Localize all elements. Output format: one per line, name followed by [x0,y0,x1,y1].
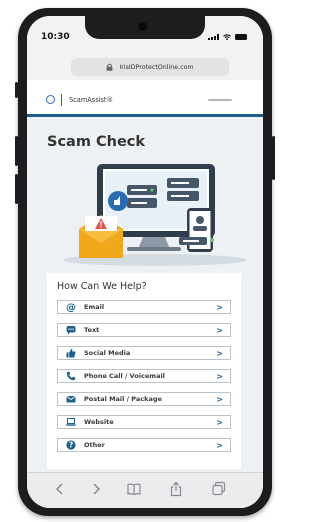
browser-url-area: IrisIDProtectOnline.com [27,52,263,80]
option-label: Email [84,303,105,311]
forward-icon[interactable] [88,481,104,497]
option-email[interactable]: @ Email > [57,300,231,314]
chevron-right-icon: > [216,394,223,404]
tabs-icon[interactable] [211,481,227,497]
chevron-right-icon: > [216,440,223,450]
at-icon: @ [65,301,77,313]
option-label: Phone Call / Voicemail [84,372,165,380]
main-content: Scam Check How Can We Help? @ Email > Te… [27,117,263,472]
url-text: IrisIDProtectOnline.com [119,63,194,71]
svg-text:?: ? [69,441,73,450]
back-icon[interactable] [52,481,68,497]
camera-icon [138,22,147,31]
lock-icon [106,63,113,71]
option-text[interactable]: Text > [57,323,231,337]
option-label: Text [84,326,100,334]
option-label: Social Media [84,349,131,357]
power-button [272,136,275,180]
option-label: Postal Mail / Package [84,395,162,403]
option-postal-mail-package[interactable]: Postal Mail / Package > [57,392,231,406]
url-bar[interactable]: IrisIDProtectOnline.com [71,58,229,76]
thumbs-up-icon [65,347,77,359]
site-header: ScamAssist® [27,86,263,114]
menu-icon[interactable] [208,99,232,101]
option-phone-call-voicemail[interactable]: Phone Call / Voicemail > [57,369,231,383]
volume-down-button [15,174,18,204]
phone-frame: 10:30 IrisIDProtectOnline.com ScamAssist… [15,8,275,516]
brand-name[interactable]: ScamAssist® [69,96,113,104]
battery-icon [235,34,247,40]
brand-logo-icon[interactable] [46,95,55,104]
status-icons [208,34,247,40]
screen: 10:30 IrisIDProtectOnline.com ScamAssist… [27,16,263,508]
option-label: Website [84,418,114,426]
question-icon: ? [65,439,77,451]
mute-switch [15,82,18,98]
laptop-icon [65,416,77,428]
envelope-icon [65,393,77,405]
chevron-right-icon: > [216,371,223,381]
option-other[interactable]: ? Other > [57,438,231,452]
signal-icon [208,34,219,40]
chat-icon [65,324,77,336]
option-social-media[interactable]: Social Media > [57,346,231,360]
chevron-right-icon: > [216,325,223,335]
status-time: 10:30 [41,32,70,42]
option-website[interactable]: Website > [57,415,231,429]
option-label: Other [84,441,105,449]
chevron-right-icon: > [216,348,223,358]
browser-toolbar [27,472,263,508]
logo-divider [61,94,62,106]
svg-text:@: @ [66,303,76,312]
phone-icon [65,370,77,382]
help-title: How Can We Help? [57,281,147,292]
chevron-right-icon: > [216,417,223,427]
help-card: How Can We Help? @ Email > Text > Social… [47,273,241,469]
volume-up-button [15,136,18,166]
wifi-icon [223,34,231,40]
share-icon[interactable] [168,481,184,497]
chevron-right-icon: > [216,302,223,312]
scam-check-illustration [63,164,247,266]
bookmarks-icon[interactable] [126,481,142,497]
